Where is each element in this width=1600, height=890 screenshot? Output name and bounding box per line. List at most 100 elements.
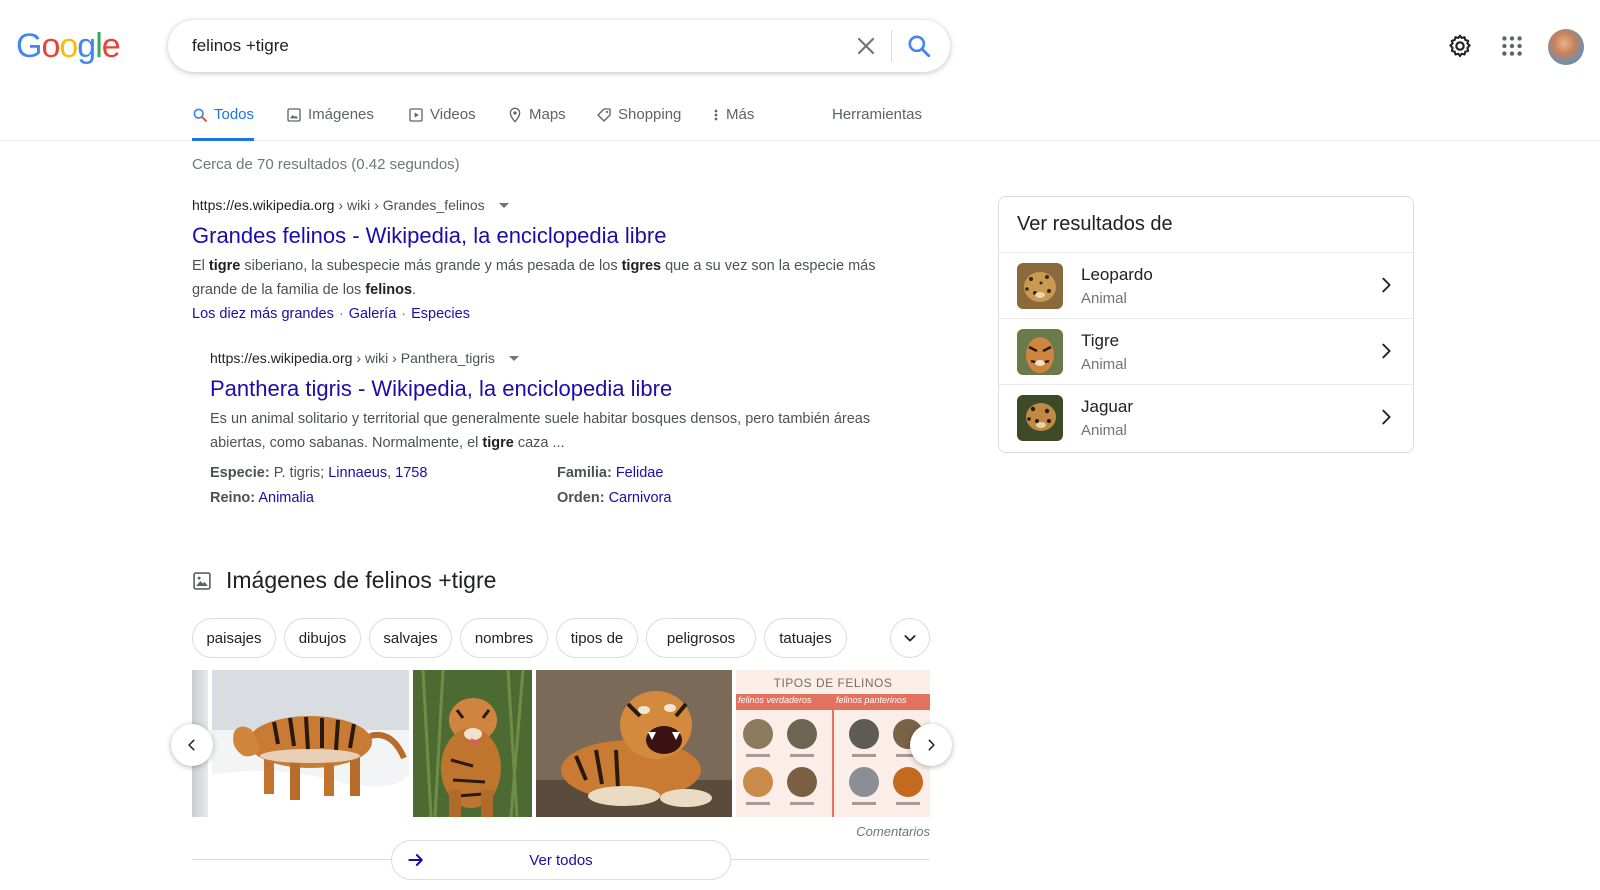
- snippet-text: El: [192, 258, 209, 274]
- tab-videos[interactable]: Videos: [408, 106, 476, 141]
- result-title[interactable]: Grandes felinos - Wikipedia, la enciclop…: [192, 222, 892, 250]
- clear-search-button[interactable]: [854, 34, 878, 58]
- pin-icon: [509, 107, 521, 123]
- play-icon: [409, 108, 423, 122]
- result-snippet: El tigre siberiano, la subespecie más gr…: [192, 254, 892, 302]
- tab-maps[interactable]: Maps: [507, 106, 566, 141]
- separator-dot: ·: [338, 306, 344, 322]
- search-result: https://es.wikipedia.org › wiki › Panthe…: [210, 350, 910, 511]
- tab-todos[interactable]: Todos: [192, 106, 255, 141]
- panel-title: Ver resultados de: [1017, 213, 1173, 235]
- divider: [891, 30, 892, 62]
- fact-label: Reino:: [210, 490, 256, 506]
- image-thumbnail[interactable]: [413, 670, 532, 817]
- logo-letter: o: [59, 27, 78, 65]
- search-input[interactable]: [192, 32, 812, 60]
- tab-mas[interactable]: Más: [712, 106, 754, 141]
- panel-item-type: Animal: [1081, 356, 1127, 373]
- close-icon: [857, 37, 875, 55]
- image-icon: [287, 108, 301, 122]
- tag-icon: [597, 108, 611, 122]
- tab-label: Más: [726, 106, 755, 123]
- search-icon: [193, 108, 207, 122]
- fact-link[interactable]: Animalia: [258, 490, 314, 506]
- search-box: [168, 20, 950, 72]
- menu-caret-icon[interactable]: [508, 355, 519, 361]
- tab-shopping[interactable]: Shopping: [596, 106, 681, 141]
- settings-button[interactable]: [1447, 33, 1473, 59]
- apps-grid-icon: [1502, 36, 1522, 56]
- fact-label: Orden:: [557, 490, 605, 506]
- image-icon: [193, 571, 211, 590]
- tiger-thumbnail: [1017, 329, 1063, 375]
- sitelink[interactable]: Galería: [349, 302, 397, 326]
- panel-item-leopardo[interactable]: Leopardo Animal: [999, 252, 1413, 318]
- tiger-in-snow-image: [212, 670, 409, 817]
- snippet-text: caza ...: [513, 435, 565, 451]
- chevron-left-icon: [188, 739, 195, 751]
- apps-button[interactable]: [1499, 33, 1525, 59]
- logo-letter: e: [101, 27, 121, 65]
- search-result: https://es.wikipedia.org › wiki › Grande…: [192, 197, 892, 326]
- panel-item-name: Tigre: [1081, 331, 1120, 350]
- chevron-right-icon: [1382, 343, 1391, 359]
- felines-poster-image: [743, 694, 923, 817]
- expand-chips-button[interactable]: [890, 618, 930, 658]
- fact-link[interactable]: Felidae: [616, 465, 664, 481]
- image-thumbnail[interactable]: [536, 670, 732, 817]
- search-icon: [908, 35, 931, 58]
- see-results-about-panel: Ver resultados de Leopardo Animal Tigre …: [998, 196, 1414, 453]
- chip-nombres[interactable]: nombres: [460, 618, 548, 658]
- gear-icon: [1449, 34, 1471, 58]
- panel-item-name: Jaguar: [1081, 397, 1133, 416]
- fact-link[interactable]: Linnaeus: [328, 465, 387, 481]
- tab-imagenes[interactable]: Imágenes: [286, 106, 374, 141]
- carousel-prev-button[interactable]: [171, 724, 213, 766]
- result-url[interactable]: https://es.wikipedia.org › wiki › Panthe…: [210, 350, 910, 366]
- image-thumbnail[interactable]: TIPOS DE FELINOS felinos verdaderos feli…: [736, 670, 930, 817]
- chevron-right-icon: [1382, 277, 1391, 293]
- sitelinks: Los diez más grandes · Galería · Especies: [192, 302, 892, 326]
- image-thumbnail[interactable]: [212, 670, 409, 817]
- result-snippet: Es un animal solitario y territorial que…: [210, 407, 910, 455]
- see-all-button[interactable]: Ver todos: [391, 840, 731, 880]
- panel-item-tigre[interactable]: Tigre Animal: [999, 318, 1413, 384]
- tiger-in-grass-image: [413, 670, 532, 817]
- result-stats: Cerca de 70 resultados (0.42 segundos): [192, 156, 460, 173]
- snippet-bold: tigres: [621, 258, 662, 274]
- feedback-link[interactable]: Comentarios: [800, 824, 930, 839]
- images-section-header: Imágenes de felinos +tigre: [192, 567, 496, 594]
- google-logo[interactable]: Google: [16, 27, 121, 65]
- snippet-text: siberiano, la subespecie más grande y má…: [240, 258, 622, 274]
- carousel-next-button[interactable]: [910, 724, 952, 766]
- panel-item-jaguar[interactable]: Jaguar Animal: [999, 384, 1413, 450]
- chevron-down-icon: [904, 635, 916, 642]
- result-url[interactable]: https://es.wikipedia.org › wiki › Grande…: [192, 197, 892, 213]
- more-vert-icon: [714, 109, 718, 121]
- chip-tatuajes[interactable]: tatuajes: [764, 618, 847, 658]
- chip-peligrosos[interactable]: peligrosos: [646, 618, 756, 658]
- fact-reino: Reino: Animalia: [210, 486, 314, 511]
- tab-label: Shopping: [618, 106, 682, 123]
- snippet-text: .: [412, 282, 417, 298]
- tab-label: Imágenes: [308, 106, 374, 123]
- tools-button[interactable]: Herramientas: [832, 106, 922, 123]
- sitelink[interactable]: Los diez más grandes: [192, 302, 334, 326]
- menu-caret-icon[interactable]: [498, 202, 509, 208]
- fact-link[interactable]: 1758: [395, 465, 427, 481]
- search-button[interactable]: [906, 33, 932, 59]
- avatar[interactable]: [1548, 29, 1584, 65]
- chip-tipos-de[interactable]: tipos de: [556, 618, 638, 658]
- result-path: › wiki › Panthera_tigris: [356, 350, 495, 366]
- result-title[interactable]: Panthera tigris - Wikipedia, la enciclop…: [210, 375, 910, 403]
- chip-paisajes[interactable]: paisajes: [192, 618, 276, 658]
- comma: ,: [387, 465, 392, 481]
- chip-salvajes[interactable]: salvajes: [369, 618, 452, 658]
- chip-dibujos[interactable]: dibujos: [284, 618, 361, 658]
- sitelink[interactable]: Especies: [411, 302, 470, 326]
- separator-dot: ·: [401, 306, 407, 322]
- leopard-thumbnail: [1017, 263, 1063, 309]
- fact-link[interactable]: Carnivora: [609, 490, 672, 506]
- fact-label: Familia:: [557, 465, 612, 481]
- images-section-title: Imágenes de felinos +tigre: [226, 567, 497, 593]
